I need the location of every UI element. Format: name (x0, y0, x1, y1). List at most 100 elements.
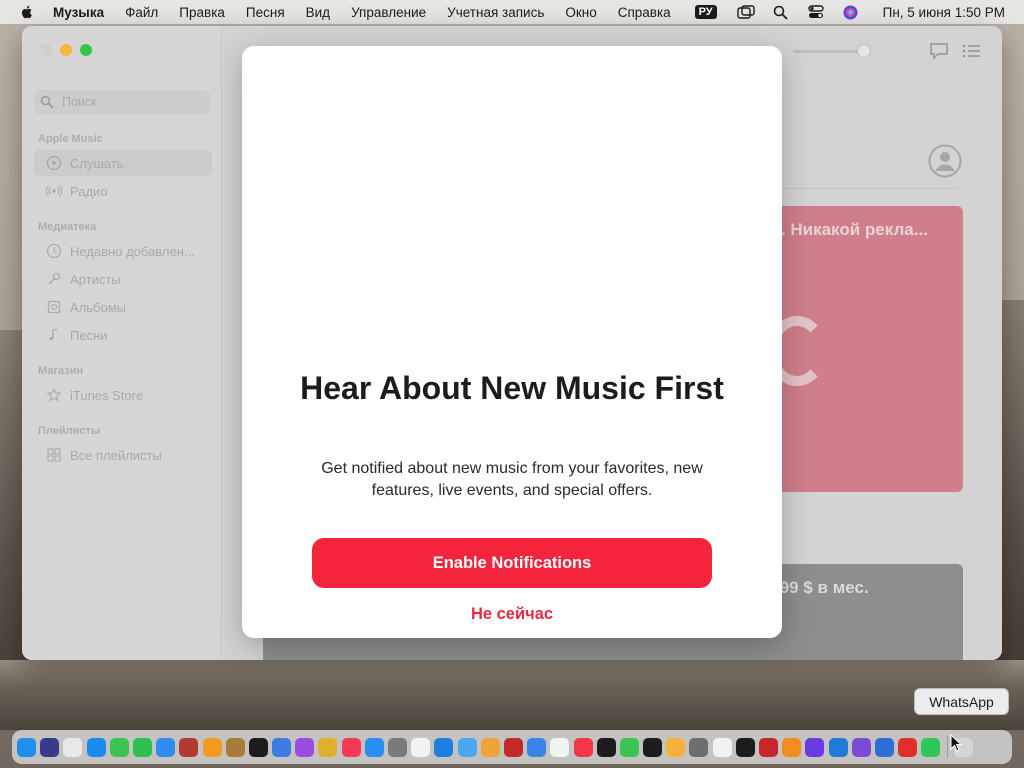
dock-podcasts-icon[interactable] (295, 737, 315, 757)
promo-card[interactable]: я. Никакой рекла... (763, 206, 963, 492)
dock-vscode-icon[interactable] (828, 737, 848, 757)
dock-record-icon[interactable] (898, 737, 918, 757)
sidebar-item-listen[interactable]: Слушать (34, 150, 212, 176)
dock-mail-icon[interactable] (156, 737, 176, 757)
zoom-window-button[interactable] (80, 44, 92, 56)
sidebar-section-playlists: Плейлисты (38, 425, 101, 437)
menu-help[interactable]: Справка (618, 5, 671, 20)
enable-notifications-button[interactable]: Enable Notifications (312, 538, 712, 588)
dock-notes-brown-icon[interactable] (225, 737, 245, 757)
sidebar-search-field[interactable]: Поиск (34, 90, 210, 114)
microphone-icon (48, 272, 61, 285)
dock-launchpad-icon[interactable] (63, 737, 83, 757)
dock-siri-icon[interactable] (40, 737, 60, 757)
sidebar-item-radio[interactable]: Радио (34, 178, 212, 204)
play-circle-icon (46, 155, 62, 171)
dock-music-icon[interactable] (341, 737, 361, 757)
menu-bar-clock[interactable]: Пн, 5 июня 1:50 PM (883, 5, 1005, 20)
dock-settings-icon[interactable] (388, 737, 407, 757)
sidebar-section-library: Медиатека (38, 221, 97, 233)
grid-icon (47, 448, 61, 462)
sidebar-item-songs[interactable]: Песни (34, 322, 212, 348)
dock-terminal-icon[interactable] (735, 737, 755, 757)
dock-separator (946, 736, 948, 758)
dock-calendar-icon[interactable] (411, 737, 431, 757)
account-avatar-icon[interactable] (928, 144, 962, 178)
dock-reminders-icon[interactable] (550, 737, 570, 757)
dock-stocks-icon[interactable] (596, 737, 616, 757)
dock-messages-icon[interactable] (109, 737, 129, 757)
search-icon (40, 95, 54, 109)
menu-bar: Музыка Файл Правка Песня Вид Управление … (0, 0, 1024, 24)
dock-facetime-icon[interactable] (132, 737, 152, 757)
dock-visual-studio-icon[interactable] (851, 737, 871, 757)
dialog-title: Hear About New Music First (300, 370, 724, 406)
minimize-window-button[interactable] (60, 44, 72, 56)
dock-garageband-icon[interactable] (782, 737, 802, 757)
dock-news-icon[interactable] (573, 737, 593, 757)
dock-books-icon[interactable] (202, 737, 222, 757)
menu-account[interactable]: Учетная запись (447, 5, 544, 20)
menu-bar-status-area: РУ Пн, 5 июня 1:50 PM (694, 0, 1024, 24)
music-note-icon (49, 328, 58, 341)
lyrics-icon[interactable] (929, 42, 949, 60)
apple-logo-icon[interactable] (19, 4, 35, 20)
input-source-badge[interactable]: РУ (694, 5, 717, 19)
sidebar-item-label: Песни (70, 327, 108, 343)
dock-keynote-icon[interactable] (527, 737, 547, 757)
dock-chrome-icon[interactable] (318, 737, 338, 757)
queue-list-icon[interactable] (961, 42, 981, 60)
dock-textedit-icon[interactable] (712, 737, 732, 757)
siri-icon[interactable] (842, 5, 860, 19)
dock-photo-booth-icon[interactable] (759, 737, 778, 757)
dock-freeform-icon[interactable] (457, 737, 477, 757)
dialog-description: Get notified about new music from your f… (321, 460, 703, 499)
sidebar-item-artists[interactable]: Артисты (34, 266, 212, 292)
dock-home-icon[interactable] (666, 737, 686, 757)
dock (12, 730, 1012, 764)
menu-file[interactable]: Файл (125, 5, 158, 20)
dock-terminal-red-icon[interactable] (503, 737, 523, 757)
sidebar-item-all-playlists[interactable]: Все плейлисты (34, 442, 212, 468)
sidebar-item-label: Все плейлисты (70, 447, 162, 463)
dock-clock-icon[interactable] (643, 737, 663, 757)
dock-dictionary-icon[interactable] (179, 737, 199, 757)
wallpaper-ground (0, 660, 1024, 730)
sidebar-item-albums[interactable]: Альбомы (34, 294, 212, 320)
spotlight-search-icon[interactable] (772, 5, 790, 20)
menu-controls[interactable]: Управление (351, 5, 426, 20)
dock-shortcuts-icon[interactable] (805, 737, 825, 757)
dock-app-store-icon[interactable] (364, 737, 384, 757)
dock-photos-icon[interactable] (480, 737, 500, 757)
menu-song[interactable]: Песня (246, 5, 285, 20)
sidebar-item-label: iTunes Store (70, 387, 144, 403)
close-window-button[interactable] (40, 44, 52, 56)
sidebar-item-recently-added[interactable]: Недавно добавлен... (34, 238, 212, 264)
not-now-button[interactable]: Не сейчас (412, 602, 612, 626)
sidebar-item-label: Слушать (70, 155, 124, 171)
sidebar-section-apple-music: Apple Music (38, 133, 103, 145)
dock-tooltip: WhatsApp (914, 688, 1009, 715)
sidebar-item-label: Радио (70, 183, 108, 199)
menu-music[interactable]: Музыка (53, 5, 104, 20)
menu-window[interactable]: Окно (565, 5, 596, 20)
volume-slider-knob[interactable] (857, 44, 871, 58)
menu-view[interactable]: Вид (306, 5, 330, 20)
mouse-cursor-icon (950, 734, 962, 752)
sidebar-item-label: Артисты (70, 271, 121, 287)
sidebar-item-itunes-store[interactable]: iTunes Store (34, 382, 212, 408)
volume-slider[interactable] (793, 50, 863, 53)
stage-manager-icon[interactable] (736, 5, 755, 19)
dock-calculator-icon[interactable] (689, 737, 709, 757)
dock-files-icon[interactable] (434, 737, 454, 757)
sidebar-search-placeholder: Поиск (62, 95, 97, 109)
dock-finder-icon[interactable] (17, 737, 36, 757)
dock-find-my-icon[interactable] (619, 737, 639, 757)
dock-whatsapp-icon[interactable] (921, 737, 941, 757)
dock-keynote-blue-icon[interactable] (874, 737, 894, 757)
dock-xcode-tools-icon[interactable] (272, 737, 292, 757)
control-center-icon[interactable] (807, 5, 825, 19)
dock-apple-tv-icon[interactable] (248, 737, 268, 757)
menu-edit[interactable]: Правка (179, 5, 225, 20)
dock-safari-icon[interactable] (86, 737, 106, 757)
